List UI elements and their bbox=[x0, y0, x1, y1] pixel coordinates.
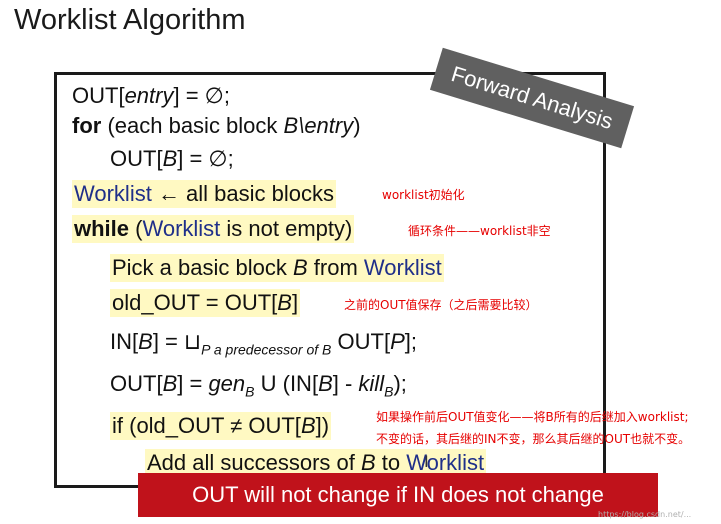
line5-part-a: ( bbox=[129, 216, 143, 241]
line-while-loop: while (Worklist is not empty) bbox=[72, 215, 355, 243]
note-save-old-out: 之前的OUT值保存（之后需要比较） bbox=[344, 298, 538, 312]
line9-part-h: ] - bbox=[332, 371, 359, 396]
line9-g: B bbox=[318, 371, 333, 396]
line9-part-f: U (IN[ bbox=[254, 371, 319, 396]
line-if-changed: if (old_OUT ≠ OUT[B]) bbox=[110, 412, 332, 440]
line10-part-c: ]) bbox=[315, 413, 330, 438]
line2-b-entry: B\entry bbox=[283, 113, 354, 138]
line6-b: B bbox=[292, 255, 308, 280]
line9-gen-sub: B bbox=[245, 383, 255, 400]
line-in-meet: IN[B] = ⊔P a predecessor of B OUT[P]; bbox=[110, 328, 417, 363]
note-if-changed: 如果操作前后OUT值变化——将B所有的后继加入worklist; bbox=[376, 410, 689, 424]
line3-part-c: ] = ∅; bbox=[177, 146, 234, 171]
line5-worklist: Worklist bbox=[142, 216, 221, 241]
line8-part-g: ]; bbox=[404, 329, 417, 354]
line11-b: B bbox=[360, 450, 376, 475]
keyword-while: while bbox=[74, 216, 130, 241]
line6-part-a: Pick a basic block bbox=[112, 255, 293, 280]
line7-part-c: ] bbox=[291, 290, 299, 315]
line8-part-e: OUT[ bbox=[331, 329, 391, 354]
line2-part-a: (each basic block bbox=[101, 113, 284, 138]
line8-meet-subscript: P a predecessor of B bbox=[201, 341, 332, 358]
line1-part-a: OUT[ bbox=[72, 83, 125, 108]
line7-b: B bbox=[277, 290, 292, 315]
line9-part-c: ] = bbox=[177, 371, 209, 396]
line6-part-c: from bbox=[307, 255, 364, 280]
line3-part-a: OUT[ bbox=[110, 146, 163, 171]
line9-kill: kill bbox=[358, 371, 385, 396]
line6-worklist: Worklist bbox=[363, 255, 442, 280]
line1-part-c: ] = ∅; bbox=[173, 83, 230, 108]
line1-entry: entry bbox=[124, 83, 174, 108]
line3-b: B bbox=[162, 146, 178, 171]
line-old-out: old_OUT = OUT[B] bbox=[110, 289, 301, 317]
line8-part-c: ] = ⊔ bbox=[152, 329, 202, 354]
line9-part-k: ); bbox=[393, 371, 407, 396]
line8-p: P bbox=[390, 329, 405, 354]
line2-part-c: ) bbox=[353, 113, 361, 138]
line9-part-a: OUT[ bbox=[110, 371, 163, 396]
line8-b: B bbox=[138, 329, 153, 354]
line8-part-a: IN[ bbox=[110, 329, 139, 354]
line11-part-a: Add all successors of bbox=[147, 450, 361, 475]
line-pick-block: Pick a basic block B from Worklist bbox=[110, 254, 444, 282]
note-loop-condition: 循环条件——worklist非空 bbox=[408, 224, 551, 238]
line5-part-c: is not empty) bbox=[220, 216, 353, 241]
line9-b: B bbox=[162, 371, 178, 396]
text-cursor-icon: I bbox=[424, 452, 429, 471]
line10-b: B bbox=[300, 413, 316, 438]
watermark: https://blog.csdn.net/... bbox=[598, 510, 692, 519]
bottom-red-banner: OUT will not change if IN does not chang… bbox=[138, 473, 658, 517]
line7-part-a: old_OUT = OUT[ bbox=[112, 290, 278, 315]
line-for-each-block: for (each basic block B\entry) bbox=[72, 112, 361, 140]
line11-part-c: to bbox=[375, 450, 407, 475]
note-if-unchanged: 不变的话，其后继的IN不变，那么其后继的OUT也就不变。 bbox=[376, 432, 691, 446]
keyword-for: for bbox=[72, 113, 102, 138]
line9-gen: gen bbox=[208, 371, 246, 396]
note-worklist-init: worklist初始化 bbox=[382, 188, 465, 202]
line10-part-a: if (old_OUT ≠ OUT[ bbox=[112, 413, 301, 438]
worklist-word: Worklist bbox=[74, 181, 152, 206]
line4-part-b: ← all basic blocks bbox=[151, 181, 335, 206]
line11-worklist: Worklist bbox=[406, 450, 485, 475]
line-out-entry-init: OUT[entry] = ∅; bbox=[72, 82, 230, 110]
line-out-b-init: OUT[B] = ∅; bbox=[110, 145, 234, 173]
slide-title: Worklist Algorithm bbox=[14, 4, 246, 36]
line-worklist-init: Worklist ← all basic blocks bbox=[72, 180, 337, 208]
line-transfer-function: OUT[B] = genB U (IN[B] - killB); bbox=[110, 370, 407, 405]
